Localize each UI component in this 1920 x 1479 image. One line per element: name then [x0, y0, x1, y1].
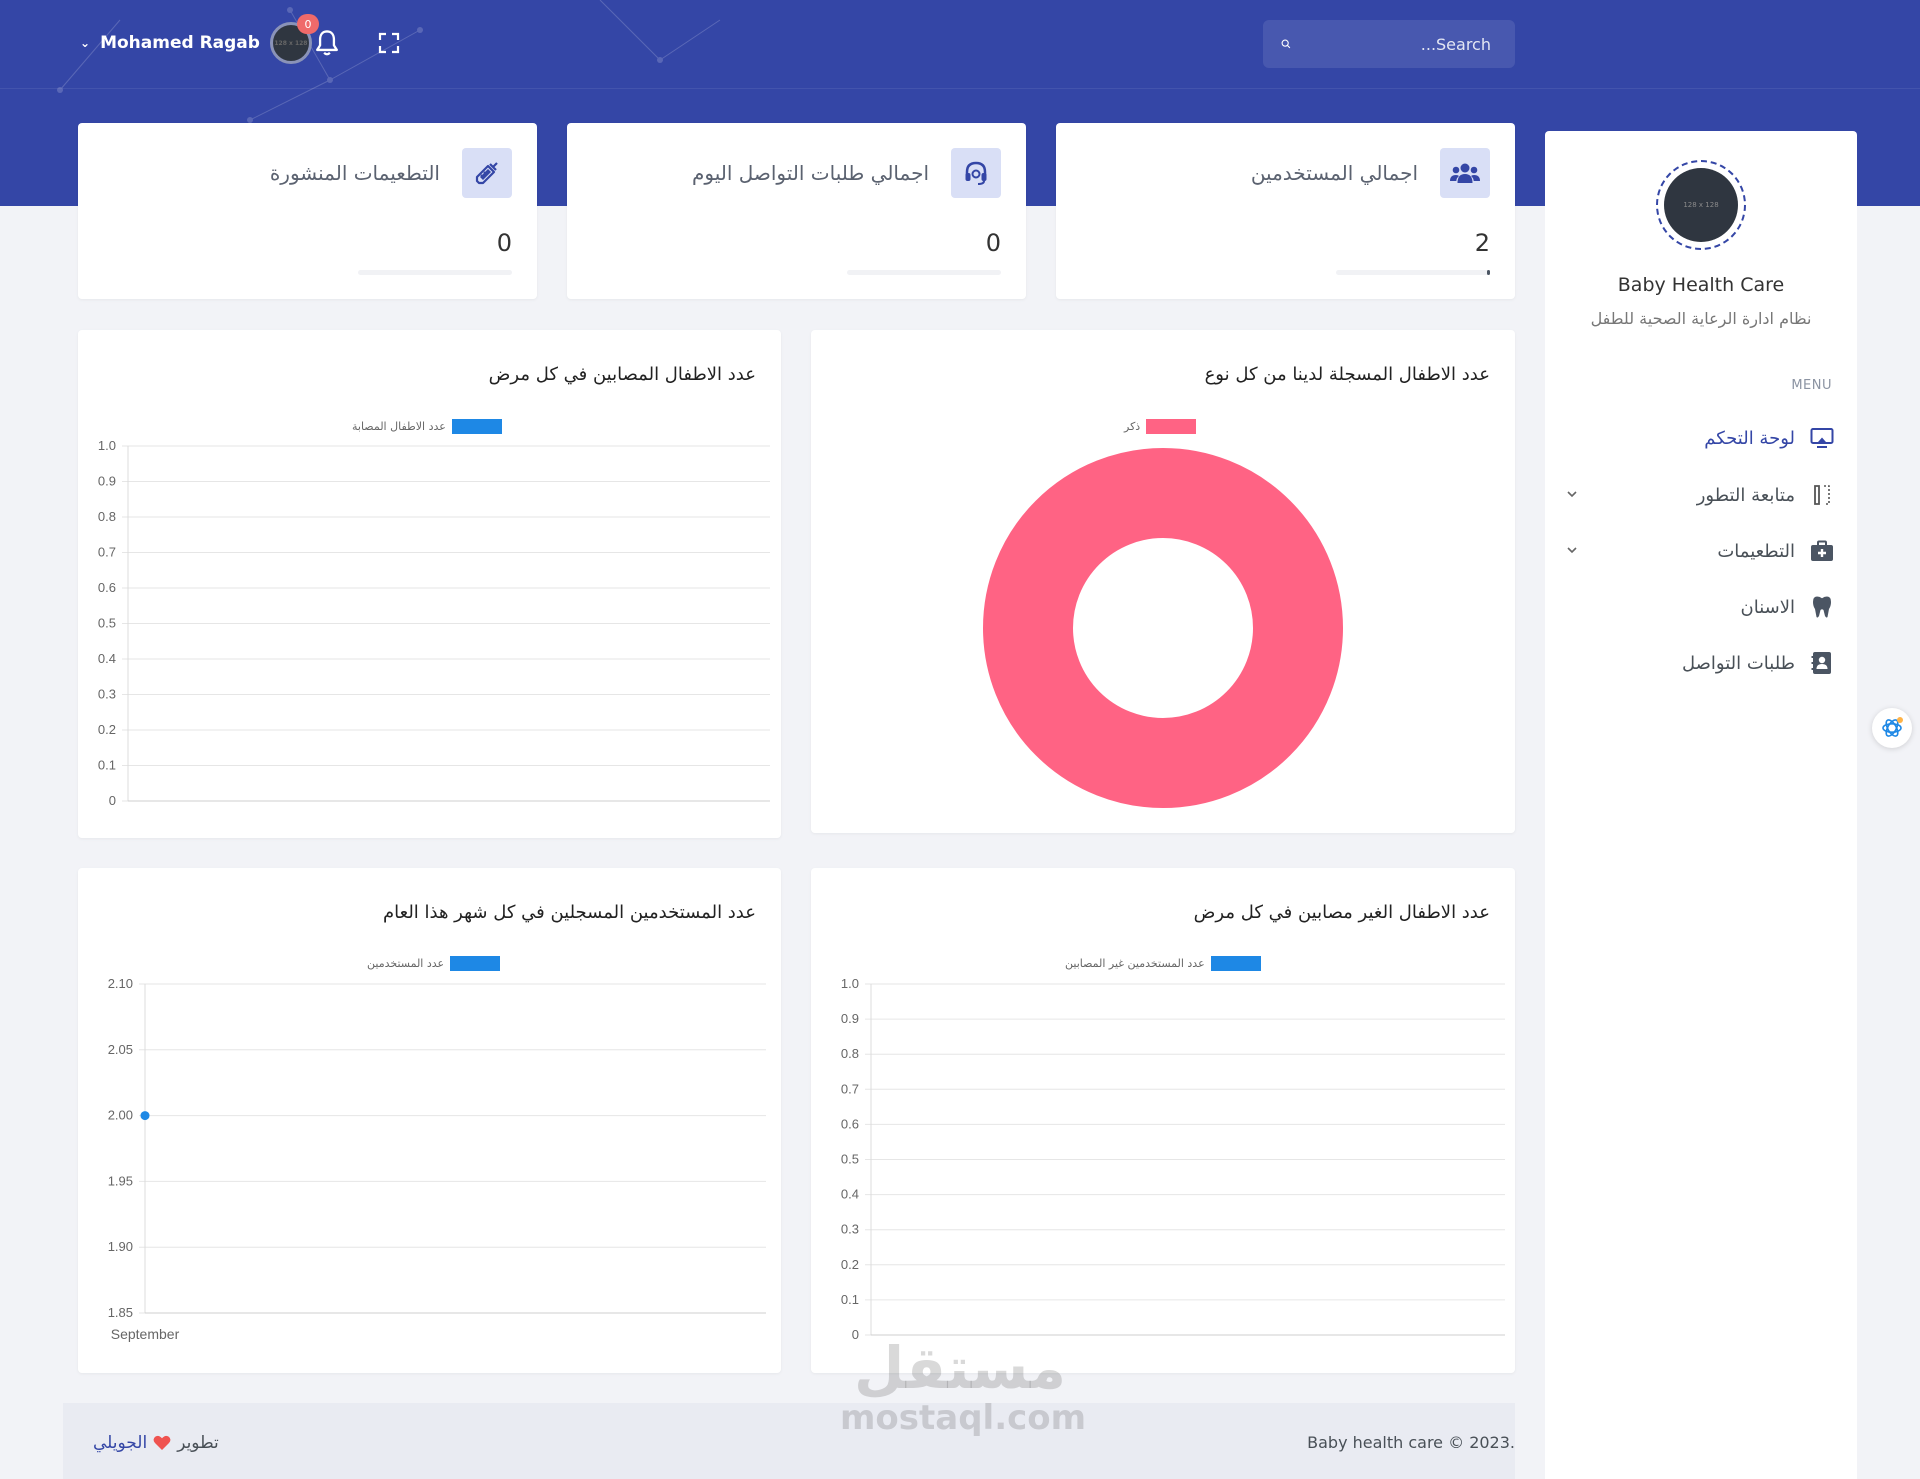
y-tick-label: 2.00 [108, 1108, 133, 1123]
y-tick-label: 0.6 [98, 580, 116, 595]
search-box[interactable] [1263, 20, 1515, 68]
y-tick-label: 0.8 [841, 1046, 859, 1061]
sidebar-item-contact-requests[interactable]: طلبات التواصل [1565, 643, 1835, 683]
data-point [140, 1111, 150, 1121]
openai-icon [1882, 717, 1903, 737]
fullscreen-icon[interactable] [378, 32, 400, 54]
x-tick-label: September [111, 1326, 180, 1342]
bar-chart-infected: 0 0.1 0.2 0.3 0.4 0.5 0.6 0.7 0.8 0.9 1.0 [98, 438, 770, 808]
stat-title: اجمالي طلبات التواصل اليوم [691, 161, 929, 185]
donut-chart [983, 448, 1343, 808]
users-icon [1440, 148, 1490, 198]
tooth-icon [1809, 594, 1835, 620]
y-tick-label: 1.85 [108, 1305, 133, 1320]
sidebar-item-label: متابعة التطور [1696, 484, 1795, 506]
medkit-icon [1809, 538, 1835, 564]
stat-progress [847, 270, 1001, 275]
bar-chart-non-infected: 00.10.20.30.40.50.60.70.80.91.0 [841, 976, 1505, 1342]
footer-copyright: Baby health care © 2023. [1307, 1433, 1515, 1452]
header-divider [0, 88, 1920, 89]
y-tick-label: 1.0 [841, 976, 859, 991]
chart-card-non-infected: عدد الاطفال الغير مصابين في كل مرض عدد ا… [811, 868, 1515, 1373]
chart-card-gender: عدد الاطفال المسجلة لدينا من كل نوع ذكر [811, 330, 1515, 833]
notification-badge: 0 [297, 14, 319, 34]
sidebar-item-dashboard[interactable]: لوحة التحكم [1565, 418, 1835, 458]
y-tick-label: 0.2 [841, 1257, 859, 1272]
headset-icon [951, 148, 1001, 198]
footer-credit: تطوير الجويلي [93, 1433, 219, 1453]
y-tick-label: 0.1 [98, 758, 116, 773]
stat-card-users: اجمالي المستخدمين 2 [1056, 123, 1515, 299]
sidebar-item-growth-tracking[interactable]: متابعة التطور [1565, 475, 1835, 515]
stat-value: 0 [496, 229, 512, 257]
chevron-down-icon: ⌄ [80, 36, 91, 50]
chevron-down-icon [1567, 491, 1577, 498]
y-tick-label: 1.0 [98, 438, 116, 453]
search-icon [1281, 39, 1291, 49]
donut-slice [983, 448, 1343, 808]
bell-icon[interactable] [313, 28, 341, 58]
y-tick-label: 2.10 [108, 976, 133, 991]
stat-card-vaccines: التطعيمات المنشورة 0 [78, 123, 537, 299]
watermark-arabic: مستقل [853, 1334, 1067, 1402]
monitor-icon [1809, 425, 1835, 451]
contact-book-icon [1809, 650, 1835, 676]
y-tick-label: 0.3 [98, 687, 116, 702]
sidebar-item-label: الاسنان [1740, 596, 1795, 618]
sidebar-item-label: طلبات التواصل [1681, 652, 1795, 674]
watermark-latin: mostaql.com [840, 1398, 1087, 1438]
y-tick-label: 0.5 [98, 616, 116, 631]
y-tick-label: 1.95 [108, 1173, 133, 1188]
sidebar: 128 x 128 Baby Health Care نظام ادارة ال… [1545, 131, 1857, 1479]
y-tick-label: 1.90 [108, 1239, 133, 1254]
chart-card-users-monthly: عدد المستخدمين المسجلين في كل شهر هذا ال… [78, 868, 781, 1373]
y-tick-label: 0.1 [841, 1292, 859, 1307]
syringe-icon [462, 148, 512, 198]
sidebar-item-teeth[interactable]: الاسنان [1565, 587, 1835, 627]
assistant-button[interactable] [1872, 708, 1912, 748]
y-tick-label: 0 [109, 793, 116, 808]
y-tick-label: 0.4 [98, 651, 116, 666]
y-tick-label: 2.05 [108, 1042, 133, 1057]
columns-icon [1809, 482, 1835, 508]
stat-title: التطعيمات المنشورة [269, 161, 440, 185]
search-input[interactable] [1291, 34, 1491, 54]
brand-logo: 128 x 128 [1656, 160, 1746, 250]
watermark: مستقل mostaql.com [840, 1334, 1087, 1438]
y-tick-label: 0.9 [98, 474, 116, 489]
menu-label: MENU [1791, 378, 1832, 393]
y-tick-label: 0.7 [841, 1081, 859, 1096]
stat-progress-fill [1486, 270, 1490, 275]
footer: Baby health care © 2023. تطوير الجويلي [63, 1403, 1515, 1479]
y-tick-label: 0.4 [841, 1187, 859, 1202]
y-tick-label: 0.6 [841, 1116, 859, 1131]
stat-progress [1336, 270, 1490, 275]
stat-value: 2 [1474, 229, 1490, 257]
y-tick-label: 0.2 [98, 722, 116, 737]
y-tick-label: 0.9 [841, 1011, 859, 1026]
user-name: Mohamed Ragab [100, 33, 260, 53]
stat-progress [358, 270, 512, 275]
y-tick-label: 0.3 [841, 1222, 859, 1237]
stat-value: 0 [985, 229, 1001, 257]
footer-credit-name[interactable]: الجويلي [93, 1433, 147, 1453]
y-tick-label: 0.7 [98, 545, 116, 560]
brand-logo-image: 128 x 128 [1664, 168, 1738, 242]
y-tick-label: 0.5 [841, 1152, 859, 1167]
sidebar-item-label: لوحة التحكم [1704, 427, 1795, 449]
brand-subtitle: نظام ادارة الرعاية الصحية للطفل [1590, 309, 1812, 328]
stat-card-contact-requests: اجمالي طلبات التواصل اليوم 0 [567, 123, 1026, 299]
line-chart-users: 1.85 1.90 1.95 2.00 2.05 2.10 September [108, 976, 766, 1342]
stat-title: اجمالي المستخدمين [1250, 161, 1418, 185]
chart-card-infected: عدد الاطفال المصابين في كل مرض عدد الاطف… [78, 330, 781, 838]
footer-credit-prefix: تطوير [177, 1433, 219, 1453]
sidebar-item-label: التطعيمات [1717, 540, 1795, 562]
user-menu[interactable]: ⌄ Mohamed Ragab 128 x 128 [80, 22, 312, 64]
sidebar-item-vaccines[interactable]: التطعيمات [1565, 531, 1835, 571]
chevron-down-icon [1567, 547, 1577, 554]
heart-icon [153, 1435, 171, 1450]
y-tick-label: 0.8 [98, 509, 116, 524]
brand-name: Baby Health Care [1617, 274, 1785, 296]
